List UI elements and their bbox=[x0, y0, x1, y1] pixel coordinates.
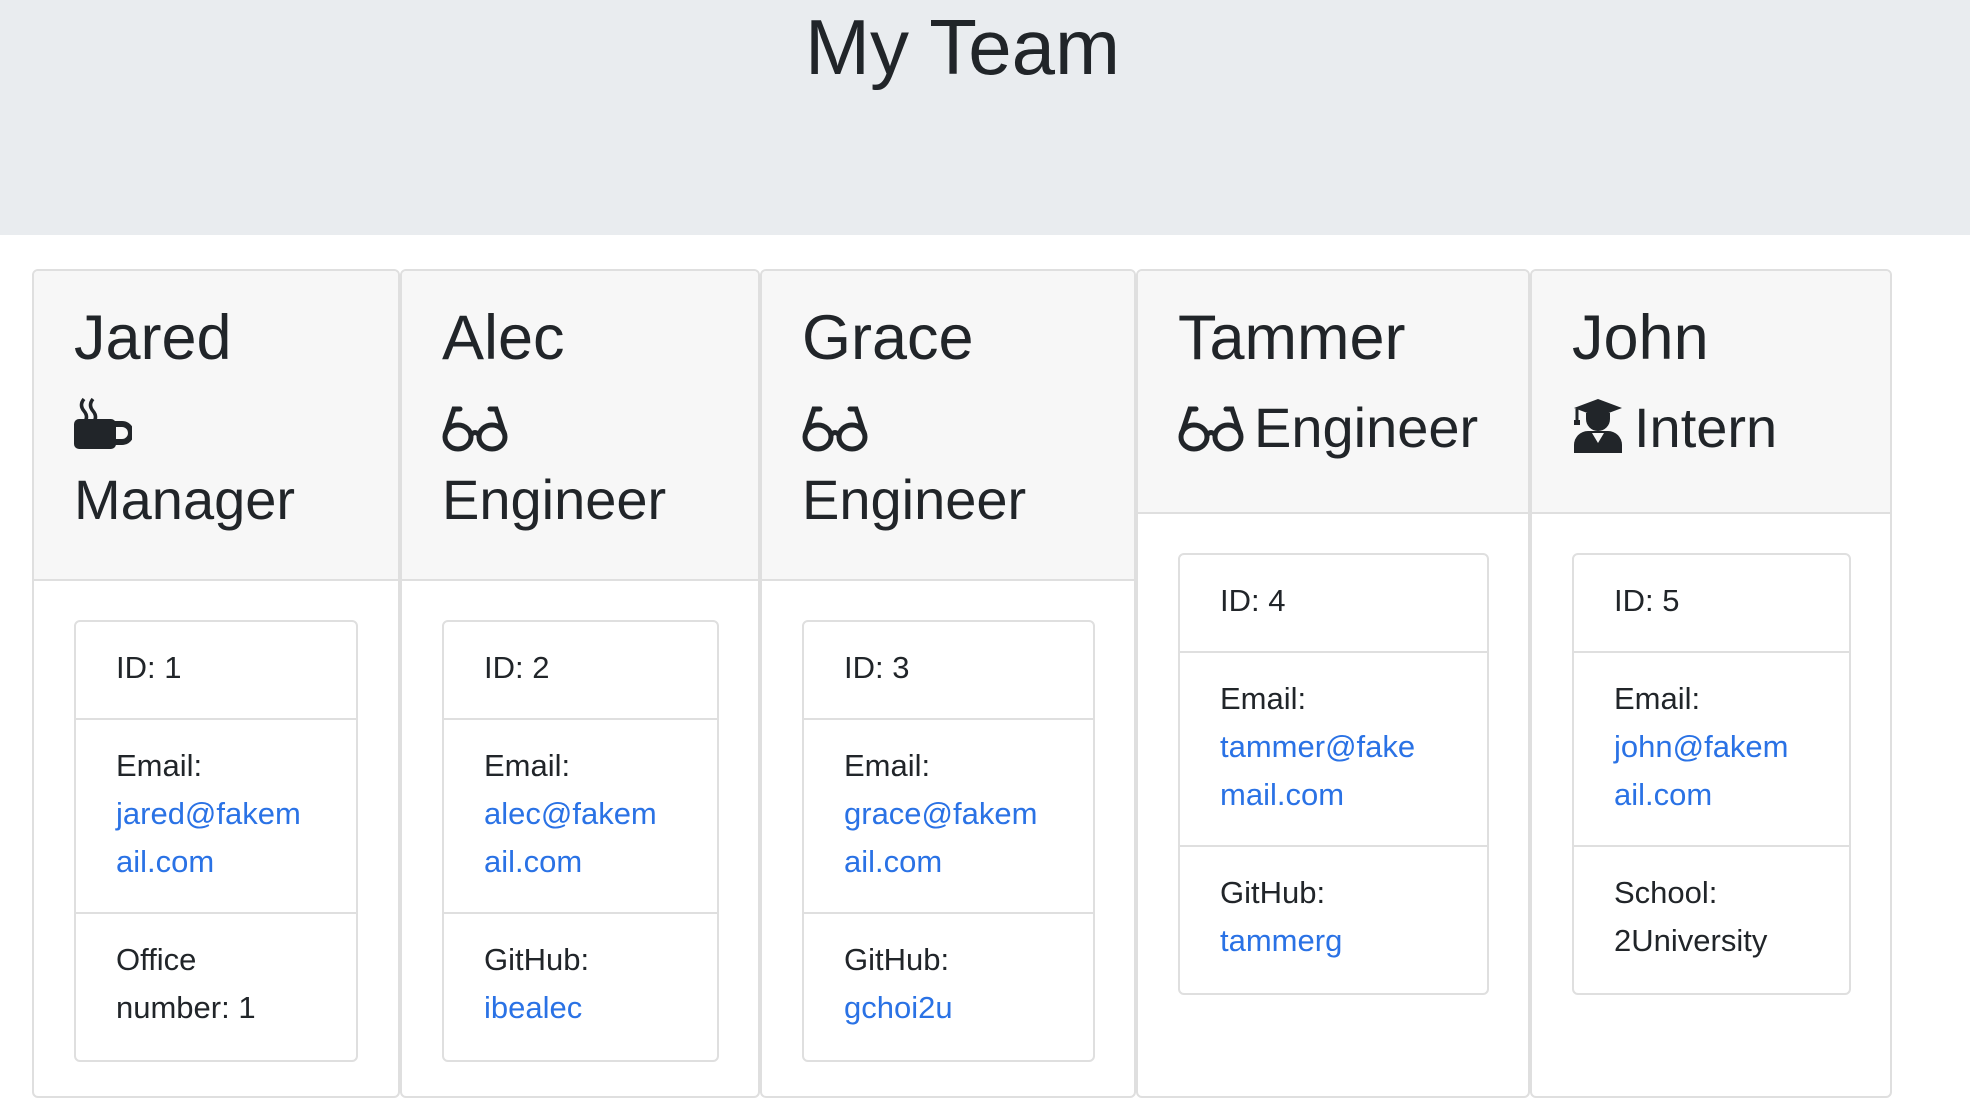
employee-github: GitHub: gchoi2u bbox=[804, 914, 1093, 1060]
employee-role-label: Manager bbox=[74, 468, 296, 531]
card-header: Alec Engineer bbox=[402, 271, 758, 581]
employee-details: ID: 3 Email: grace@fakem ail.com GitHub: … bbox=[802, 620, 1095, 1062]
email-label: Email: bbox=[1220, 681, 1307, 716]
employee-name: Jared bbox=[74, 303, 232, 373]
github-link[interactable]: tammerg bbox=[1220, 923, 1342, 958]
github-label: GitHub: bbox=[484, 942, 590, 977]
school-label: School: bbox=[1614, 875, 1718, 910]
github-link[interactable]: gchoi2u bbox=[844, 990, 953, 1025]
employee-details: ID: 4 Email: tammer@fake mail.com GitHub:… bbox=[1178, 553, 1489, 995]
employee-role-label: Engineer bbox=[802, 468, 1027, 531]
email-label: Email: bbox=[116, 748, 203, 783]
coffee-mug-icon bbox=[74, 395, 134, 467]
card-header: John Intern bbox=[1532, 271, 1890, 514]
employee-card-john: John Intern ID: 5 Email: john@fakem ail.c… bbox=[1530, 269, 1892, 1098]
email-link[interactable]: tammer@fake mail.com bbox=[1220, 729, 1415, 812]
email-link[interactable]: jared@fakem ail.com bbox=[116, 796, 301, 879]
employee-role: Engineer bbox=[442, 395, 758, 533]
employee-role-label: Engineer bbox=[1254, 396, 1479, 459]
github-link[interactable]: ibealec bbox=[484, 990, 582, 1025]
employee-details: ID: 2 Email: alec@fakem ail.com GitHub: i… bbox=[442, 620, 719, 1062]
employee-name: Alec bbox=[442, 303, 565, 373]
employee-name: Tammer bbox=[1178, 303, 1406, 373]
employee-name: Grace bbox=[802, 303, 974, 373]
employee-role-label: Engineer bbox=[442, 468, 667, 531]
employee-card-alec: Alec Engineer ID: 2 Email: alec@fakem ail… bbox=[400, 269, 760, 1098]
page-title: My Team bbox=[805, 3, 1120, 91]
email-link[interactable]: alec@fakem ail.com bbox=[484, 796, 657, 879]
card-header: Grace Engineer bbox=[762, 271, 1134, 581]
employee-role: Manager bbox=[74, 395, 398, 533]
employee-email: Email: grace@fakem ail.com bbox=[804, 720, 1093, 914]
school-value: 2University bbox=[1614, 923, 1768, 958]
employee-id: ID: 3 bbox=[804, 622, 1093, 720]
employee-github: GitHub: tammerg bbox=[1180, 847, 1487, 993]
employee-card-grace: Grace Engineer ID: 3 Email: grace@fakem a… bbox=[760, 269, 1136, 1098]
employee-details: ID: 1 Email: jared@fakem ail.com Office nu… bbox=[74, 620, 358, 1062]
email-label: Email: bbox=[844, 748, 931, 783]
graduate-icon bbox=[1572, 397, 1624, 467]
employee-card-tammer: Tammer Engineer ID: 4 Email: tammer@fake… bbox=[1136, 269, 1530, 1098]
employee-id: ID: 5 bbox=[1574, 555, 1849, 653]
employee-details: ID: 5 Email: john@fakem ail.com School: 2… bbox=[1572, 553, 1851, 995]
github-label: GitHub: bbox=[844, 942, 950, 977]
employee-role: Intern bbox=[1572, 395, 1890, 467]
employee-id: ID: 1 bbox=[76, 622, 356, 720]
glasses-icon bbox=[442, 401, 508, 467]
email-link[interactable]: grace@fakem ail.com bbox=[844, 796, 1037, 879]
employee-role: Engineer bbox=[1178, 395, 1528, 467]
employee-id: ID: 4 bbox=[1180, 555, 1487, 653]
card-header: Jared Manager bbox=[34, 271, 398, 581]
employee-id: ID: 2 bbox=[444, 622, 717, 720]
glasses-icon bbox=[1178, 401, 1244, 467]
employee-role-label: Intern bbox=[1634, 396, 1778, 459]
employee-email: Email: alec@fakem ail.com bbox=[444, 720, 717, 914]
employee-github: GitHub: ibealec bbox=[444, 914, 717, 1060]
github-label: GitHub: bbox=[1220, 875, 1326, 910]
email-link[interactable]: john@fakem ail.com bbox=[1614, 729, 1789, 812]
email-label: Email: bbox=[484, 748, 571, 783]
employee-school: School: 2University bbox=[1574, 847, 1849, 993]
page-header: My Team bbox=[0, 0, 1970, 235]
employee-office-number: Office number: 1 bbox=[116, 942, 256, 1025]
employee-email: Email: jared@fakem ail.com bbox=[76, 720, 356, 914]
employee-email: Email: john@fakem ail.com bbox=[1574, 653, 1849, 847]
email-label: Email: bbox=[1614, 681, 1701, 716]
employee-email: Email: tammer@fake mail.com bbox=[1180, 653, 1487, 847]
glasses-icon bbox=[802, 401, 868, 467]
employee-card-jared: Jared Manager ID: 1 Email: jared@fakem ai… bbox=[32, 269, 400, 1098]
employee-role: Engineer bbox=[802, 395, 1134, 533]
card-header: Tammer Engineer bbox=[1138, 271, 1528, 514]
employee-name: John bbox=[1572, 303, 1709, 373]
